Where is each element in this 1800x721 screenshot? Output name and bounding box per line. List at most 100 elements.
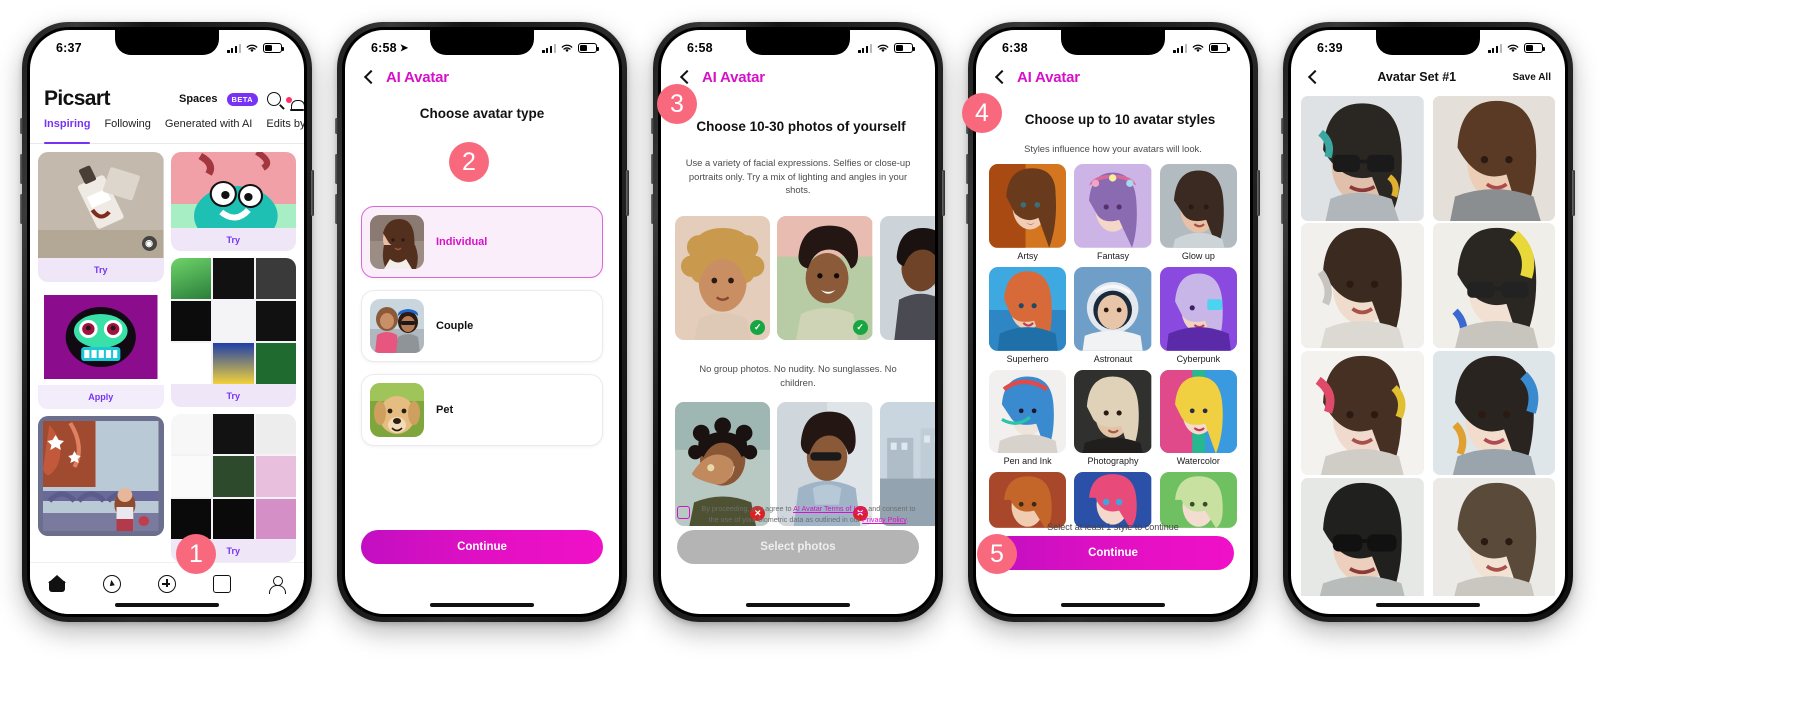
option-couple[interactable]: Couple [361, 290, 603, 362]
cellular-signal-icon [858, 43, 872, 53]
back-icon[interactable] [1305, 69, 1321, 85]
feed-card[interactable]: Try [170, 152, 296, 252]
style-option[interactable]: Watercolor [1159, 369, 1237, 467]
privacy-policy-link[interactable]: Privacy Policy [862, 515, 906, 524]
style-thumbnail [989, 369, 1067, 454]
home-icon[interactable] [47, 575, 66, 593]
feed-card[interactable]: Try [170, 258, 296, 407]
card-action-try[interactable]: Try [170, 228, 296, 252]
style-label: Glow up [1181, 250, 1215, 261]
option-pet[interactable]: Pet [361, 374, 603, 446]
card-tile-grid [170, 413, 296, 540]
style-option[interactable]: Glow up [1159, 164, 1237, 261]
back-icon[interactable] [992, 69, 1008, 85]
tab-following[interactable]: Following [104, 118, 150, 144]
tab-generated-with-ai[interactable]: Generated with AI [165, 118, 252, 144]
back-icon[interactable] [677, 69, 693, 85]
photo-approved-icon: ✓ [852, 320, 868, 336]
app-bar: AI Avatar [661, 60, 935, 94]
style-label: Cyberpunk [1176, 353, 1221, 364]
photo-thumb[interactable]: ✓ [675, 216, 771, 341]
style-option[interactable]: Cyberpunk [1159, 266, 1237, 364]
notch [746, 30, 850, 55]
style-thumbnail [989, 266, 1067, 351]
select-photos-button[interactable]: Select photos [677, 530, 919, 564]
avatar-type-options[interactable]: Individual Couple Pet [361, 206, 603, 446]
tab-inspiring[interactable]: Inspiring [44, 118, 91, 144]
card-action-try[interactable]: Try [170, 383, 296, 407]
terms-text: By proceeding, you agree to AI Avatar Te… [701, 504, 916, 525]
style-thumbnail [1074, 472, 1152, 529]
battery-icon [1209, 43, 1230, 53]
tab-edits-by-me[interactable]: Edits by Me [266, 118, 304, 144]
avatar-result[interactable] [1301, 477, 1424, 596]
card-action-apply[interactable]: Apply [38, 385, 164, 409]
feed-tabs[interactable]: Inspiring Following Generated with AI Ed… [30, 118, 304, 144]
style-label: Watercolor [1176, 456, 1220, 467]
option-individual[interactable]: Individual [361, 206, 603, 278]
continue-button[interactable]: Continue [992, 536, 1234, 570]
style-grid[interactable]: Artsy Fantasy Glow up Superhero Astronau… [989, 164, 1237, 531]
style-option[interactable]: Astronaut [1074, 266, 1152, 364]
avatar-result[interactable] [1432, 477, 1555, 596]
screen-heading: Choose avatar type [419, 106, 545, 121]
consent-checkbox[interactable] [677, 506, 690, 520]
search-icon[interactable] [267, 92, 281, 106]
location-arrow-icon: ➤ [399, 42, 409, 54]
good-photos-grid[interactable]: ✓ ✓ [675, 216, 935, 341]
option-thumbnail [370, 299, 424, 353]
continue-button[interactable]: Continue [361, 530, 603, 564]
screen-subtext: Styles influence how your avatars will l… [1024, 143, 1202, 154]
back-icon[interactable] [361, 69, 377, 85]
screenshot-stage: 6:37 Picsart Spaces BETA Inspiring Follo… [0, 0, 1800, 721]
app-bar: AI Avatar [345, 60, 619, 94]
option-label: Individual [436, 236, 488, 248]
spaces-label[interactable]: Spaces [179, 93, 218, 105]
style-option[interactable]: Photography [1074, 369, 1152, 467]
avatar-results-grid[interactable] [1301, 96, 1555, 596]
avatar-result[interactable] [1432, 223, 1555, 349]
style-option[interactable]: Pen and Ink [989, 369, 1067, 467]
style-label: Pen and Ink [1003, 456, 1052, 467]
card-action-try[interactable]: Try [38, 258, 164, 282]
style-thumbnail [989, 164, 1067, 248]
feed-card[interactable]: ◉ Try [38, 152, 164, 282]
save-all-button[interactable]: Save All [1512, 72, 1551, 83]
status-time: 6:58 [687, 41, 713, 55]
battery-icon [578, 43, 599, 53]
feed-card[interactable] [38, 416, 164, 536]
compass-icon[interactable] [103, 575, 122, 593]
style-option[interactable]: Fantasy [1074, 164, 1152, 261]
phone-choose-styles: 6:38 AI Avatar Choose up to 10 avatar st… [966, 22, 1260, 622]
feed-content[interactable]: ◉ Try Apply Try Try Try [30, 146, 304, 562]
photo-thumb[interactable] [879, 216, 935, 341]
style-option[interactable]: Superhero [989, 266, 1067, 364]
person-icon[interactable] [268, 575, 287, 594]
step-badge-5: 5 [977, 534, 1017, 574]
plus-icon[interactable] [157, 575, 176, 593]
cellular-signal-icon [542, 43, 556, 53]
avatar-result[interactable] [1301, 96, 1424, 221]
watermark-icon: ◉ [141, 236, 157, 251]
notification-dot [286, 97, 292, 103]
avatar-result[interactable] [1432, 350, 1555, 476]
phone-choose-type: 6:58 ➤ AI Avatar Choose avatar type Indi… [335, 22, 629, 622]
avatar-result[interactable] [1301, 350, 1424, 476]
style-label: Superhero [1006, 353, 1049, 364]
page-title: Avatar Set #1 [1377, 70, 1457, 84]
wifi-icon [1191, 43, 1205, 54]
terms-consent-row[interactable]: By proceeding, you agree to AI Avatar Te… [677, 504, 919, 526]
store-icon[interactable] [212, 575, 231, 593]
screen-heading: Choose up to 10 avatar styles [1024, 112, 1216, 127]
photo-thumb[interactable]: ✓ [777, 216, 873, 341]
screen-subtext: Use a variety of facial expressions. Sel… [685, 157, 911, 196]
notch [1061, 30, 1165, 55]
avatar-result[interactable] [1301, 223, 1424, 349]
feed-card[interactable]: Apply [38, 289, 164, 409]
avatar-result[interactable] [1432, 96, 1555, 221]
phone-avatar-set: 6:39 Avatar Set #1 Save All [1281, 22, 1575, 622]
card-image [38, 289, 164, 385]
status-time: 6:37 [56, 41, 82, 55]
style-option[interactable]: Artsy [989, 164, 1067, 261]
terms-of-use-link[interactable]: AI Avatar Terms of Use [793, 504, 866, 513]
